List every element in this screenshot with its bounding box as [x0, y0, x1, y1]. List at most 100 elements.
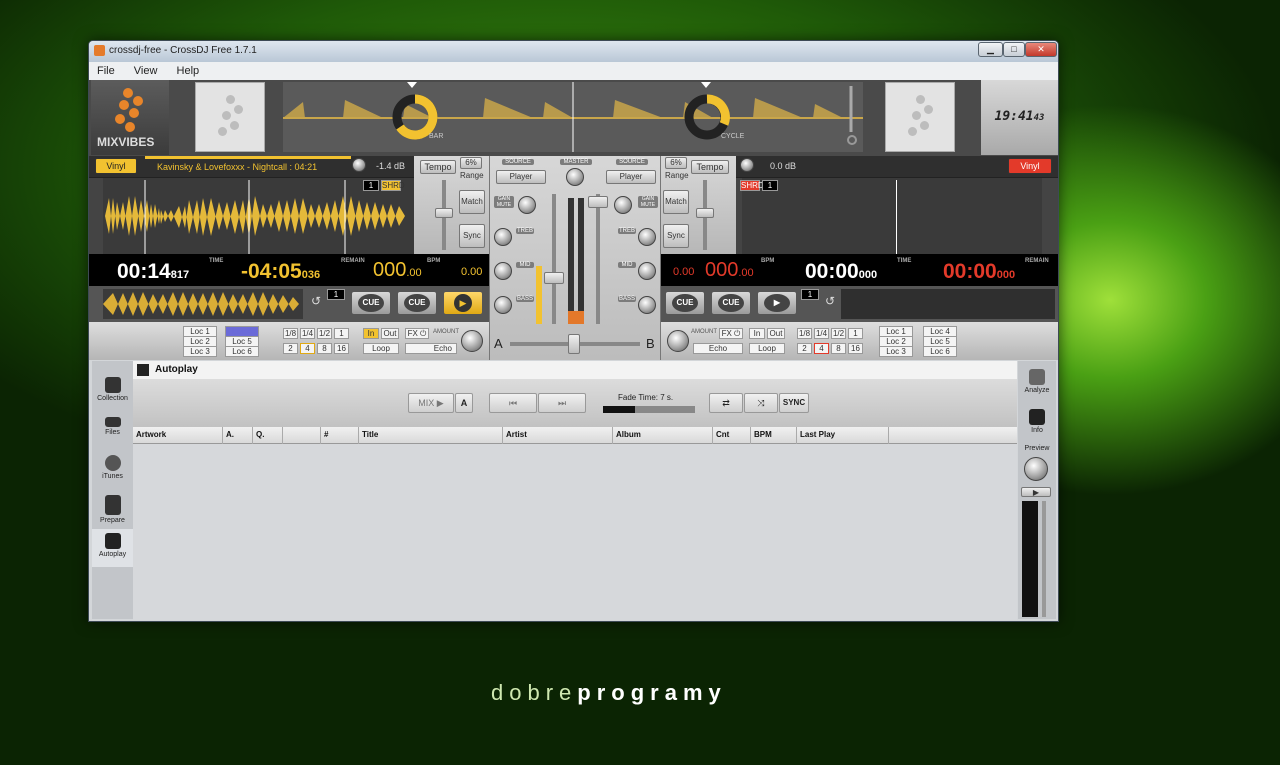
fade-time-slider[interactable] [603, 406, 695, 413]
mix-mode-button[interactable]: A [455, 393, 473, 413]
deck-a-loop-16[interactable]: 16 [334, 343, 349, 354]
deck-a-fx-toggle[interactable]: FX ⏻ [405, 328, 429, 339]
preview-slider[interactable] [1042, 501, 1046, 617]
deck-b-fx-amount-knob[interactable] [667, 330, 689, 352]
deck-a-loop-1-4[interactable]: 1/4 [300, 328, 315, 339]
maximize-button[interactable]: □ [1003, 42, 1025, 57]
sidebar-item-collection[interactable]: Collection [92, 377, 133, 402]
deck-a-cue-button-2[interactable]: CUE [397, 291, 437, 315]
shuffle-button[interactable]: ⤨ [744, 393, 778, 413]
menu-file[interactable]: File [89, 62, 123, 77]
repeat-button[interactable]: ⇄ [709, 393, 743, 413]
track-table-body[interactable] [133, 444, 1017, 620]
deck-a-play-button[interactable]: ▶ [443, 291, 483, 315]
deck-b-loc-6[interactable]: Loc 6 [923, 346, 957, 357]
deck-a-loop-4[interactable]: 4 [300, 343, 315, 354]
preview-volume-knob[interactable] [1024, 457, 1048, 481]
deck-a-loop-2[interactable]: 2 [283, 343, 298, 354]
deck-b-loop-1-8[interactable]: 1/8 [797, 328, 812, 339]
close-button[interactable]: ✕ [1025, 42, 1057, 57]
deck-a-fx-select[interactable]: Echo [405, 343, 457, 354]
deck-b-match-button[interactable]: Match [663, 190, 689, 214]
deck-a-loc-6[interactable]: Loc 6 [225, 346, 259, 357]
deck-a-shrd[interactable]: SHRD [381, 180, 405, 191]
deck-b-gain-knob[interactable] [740, 158, 754, 172]
deck-b-loop-in[interactable]: In [749, 328, 765, 339]
source-b-select[interactable]: Player [606, 170, 656, 184]
col-artwork[interactable]: Artwork [133, 427, 223, 444]
analyze-button[interactable]: Analyze [1018, 369, 1056, 394]
deck-b-loop-8[interactable]: 8 [831, 343, 846, 354]
deck-b-pct[interactable]: 6% [665, 157, 687, 169]
deck-a-pitch-handle[interactable] [435, 208, 453, 218]
next-track-button[interactable]: ⏭ [538, 393, 586, 413]
crossfader[interactable] [568, 334, 580, 354]
gain-a-knob[interactable] [518, 196, 536, 214]
deck-b-waveform[interactable]: SHRD 1 [736, 177, 1058, 255]
deck-b-loop-1[interactable]: 1 [848, 328, 863, 339]
deck-a-sync-button[interactable]: Sync [459, 224, 485, 248]
treb-a-knob[interactable] [494, 228, 512, 246]
deck-a-fx-amount-knob[interactable] [461, 330, 483, 352]
deck-b-loop-1-2[interactable]: 1/2 [831, 328, 846, 339]
gain-b-knob[interactable] [614, 196, 632, 214]
deck-b-loc-3[interactable]: Loc 3 [879, 346, 913, 357]
channel-fader-b[interactable] [588, 196, 608, 208]
channel-fader-a-track[interactable] [552, 194, 556, 324]
col-blank[interactable] [283, 427, 321, 444]
col-artist[interactable]: Artist [503, 427, 613, 444]
treb-b-knob[interactable] [638, 228, 656, 246]
menu-view[interactable]: View [126, 62, 166, 77]
col-bpm[interactable]: BPM [751, 427, 797, 444]
col-cnt[interactable]: Cnt [713, 427, 751, 444]
deck-a-loop-button[interactable]: Loop [363, 343, 399, 354]
deck-a-loc-3[interactable]: Loc 3 [183, 346, 217, 357]
deck-b-loop-button[interactable]: Loop [749, 343, 785, 354]
zoom-icon[interactable] [847, 135, 857, 145]
sidebar-item-itunes[interactable]: iTunes [92, 455, 133, 480]
deck-b-tempo-button[interactable]: Tempo [691, 160, 729, 174]
sidebar-item-prepare[interactable]: Prepare [92, 495, 133, 524]
mix-button[interactable]: MIX ▶ [408, 393, 454, 413]
deck-a-match-button[interactable]: Match [459, 190, 485, 214]
deck-a-gain-knob[interactable] [352, 158, 366, 172]
deck-a-loop-8[interactable]: 8 [317, 343, 332, 354]
deck-a-loop-out[interactable]: Out [381, 328, 399, 339]
deck-b-loop-16[interactable]: 16 [848, 343, 863, 354]
deck-a-mini-waveform[interactable] [103, 289, 303, 319]
deck-a-waveform[interactable]: 1 SHRD [89, 177, 414, 255]
mid-a-knob[interactable] [494, 262, 512, 280]
deck-b-fx-toggle[interactable]: FX ⏻ [719, 328, 743, 339]
deck-b-vinyl-button[interactable]: Vinyl [1008, 158, 1052, 174]
mid-b-knob[interactable] [638, 262, 656, 280]
minimize-button[interactable]: ▁ [978, 42, 1003, 57]
col-title[interactable]: Title [359, 427, 503, 444]
deck-b-play-button[interactable]: ▶ [757, 291, 797, 315]
deck-b-mini-waveform[interactable] [841, 289, 1055, 319]
channel-fader-a[interactable] [544, 272, 564, 284]
autoplay-sync-button[interactable]: SYNC [779, 393, 809, 413]
deck-b-sync-button[interactable]: Sync [663, 224, 689, 248]
deck-b-cue-button-1[interactable]: CUE [665, 291, 705, 315]
deck-a-vinyl-button[interactable]: Vinyl [95, 158, 137, 174]
col-a[interactable]: A. [223, 427, 253, 444]
channel-fader-b-track[interactable] [596, 194, 600, 324]
info-button[interactable]: Info [1018, 409, 1056, 434]
deck-b-cue-button-2[interactable]: CUE [711, 291, 751, 315]
deck-b-loop-back-icon[interactable]: ↺ [825, 294, 835, 308]
preview-play-button[interactable]: ▶ [1021, 487, 1051, 497]
deck-b-loop-4[interactable]: 4 [814, 343, 829, 354]
deck-b-loop-1-4[interactable]: 1/4 [814, 328, 829, 339]
col-album[interactable]: Album [613, 427, 713, 444]
deck-a-tempo-button[interactable]: Tempo [420, 160, 456, 174]
deck-b-range[interactable]: Range [665, 171, 689, 180]
bass-a-knob[interactable] [494, 296, 512, 314]
deck-b-shrd[interactable]: SHRD [740, 180, 764, 191]
deck-a-cue-button-1[interactable]: CUE [351, 291, 391, 315]
deck-a-loop-in[interactable]: In [363, 328, 379, 339]
bass-b-knob[interactable] [638, 296, 656, 314]
sidebar-item-autoplay[interactable]: Autoplay [92, 529, 133, 567]
deck-a-loop-1[interactable]: 1 [334, 328, 349, 339]
deck-b-loop-out[interactable]: Out [767, 328, 785, 339]
deck-b-loop-2[interactable]: 2 [797, 343, 812, 354]
